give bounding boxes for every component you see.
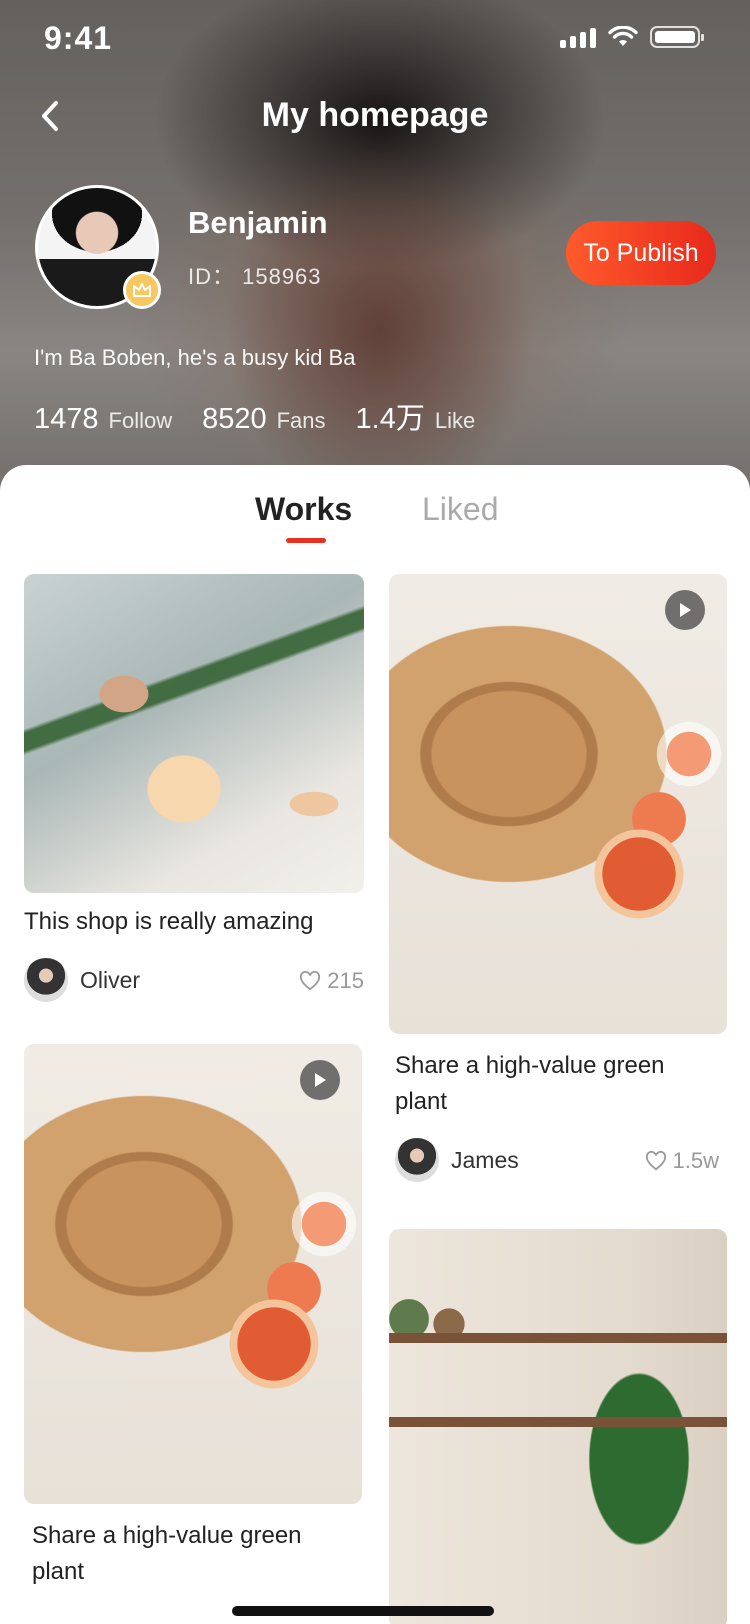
post-title: This shop is really amazing [24, 908, 314, 935]
nav-bar: My homepage [0, 90, 750, 150]
tab-liked[interactable]: Liked [422, 491, 499, 528]
crown-icon [123, 271, 161, 309]
post-image[interactable] [389, 574, 727, 1034]
wifi-icon [608, 26, 638, 46]
profile-id: ID： 158963 [188, 264, 322, 289]
post-title: Share a high-value green plant [32, 1522, 302, 1585]
publish-button[interactable]: To Publish [566, 221, 716, 285]
post-card[interactable] [389, 1229, 727, 1624]
author-name: Oliver [80, 966, 141, 993]
post-title: Share a high-value green plant [395, 1052, 665, 1115]
post-card[interactable]: Share a high-value green plant [24, 1044, 362, 1624]
like-value: 215 [327, 968, 364, 993]
status-time: 9:41 [44, 20, 113, 56]
stat-label: Follow [108, 408, 173, 433]
profile-stats: 1478 Follow 8520 Fans 1.4万 Like [34, 395, 475, 437]
like-value: 1.5w [672, 1148, 719, 1173]
stat-likes[interactable]: 1.4万 Like [356, 395, 476, 437]
like-count[interactable]: 215 [299, 968, 364, 994]
post-image[interactable] [24, 1044, 362, 1504]
stat-label: Fans [276, 408, 326, 433]
tab-works[interactable]: Works [255, 491, 352, 528]
author-avatar [395, 1138, 439, 1182]
play-icon [300, 1060, 340, 1100]
heart-icon [300, 971, 321, 991]
post-image[interactable] [389, 1229, 727, 1624]
stat-value: 1.4万 [355, 403, 425, 435]
home-indicator [232, 1606, 494, 1616]
active-tab-indicator [286, 538, 326, 543]
status-bar: 9:41 [0, 0, 750, 88]
post-image[interactable] [24, 574, 364, 893]
signal-icon [560, 26, 596, 48]
stat-value: 1478 [34, 403, 99, 435]
like-count[interactable]: 1.5w [645, 1148, 719, 1174]
post-author[interactable]: James [395, 1138, 519, 1182]
stat-follow[interactable]: 1478 Follow [34, 403, 172, 436]
post-author[interactable]: Oliver [24, 958, 140, 1002]
stat-fans[interactable]: 8520 Fans [202, 403, 325, 436]
author-avatar [24, 958, 68, 1002]
tab-bar: Works Liked [0, 465, 750, 545]
post-card[interactable]: This shop is really amazing Oliver 215 [24, 574, 364, 1004]
profile-name: Benjamin [188, 205, 328, 240]
stat-value: 8520 [202, 403, 267, 435]
post-card[interactable]: Share a high-value green plant James 1.5… [389, 574, 727, 1194]
play-icon [665, 590, 705, 630]
profile-bio: I'm Ba Boben, he's a busy kid Ba [34, 345, 356, 370]
page-title: My homepage [261, 96, 489, 134]
heart-icon [645, 1151, 666, 1171]
author-name: James [451, 1146, 519, 1173]
battery-icon [650, 26, 704, 48]
stat-label: Like [434, 408, 476, 433]
system-icons [560, 26, 704, 48]
content-sheet: Works Liked This shop is really amazing … [0, 465, 750, 1624]
